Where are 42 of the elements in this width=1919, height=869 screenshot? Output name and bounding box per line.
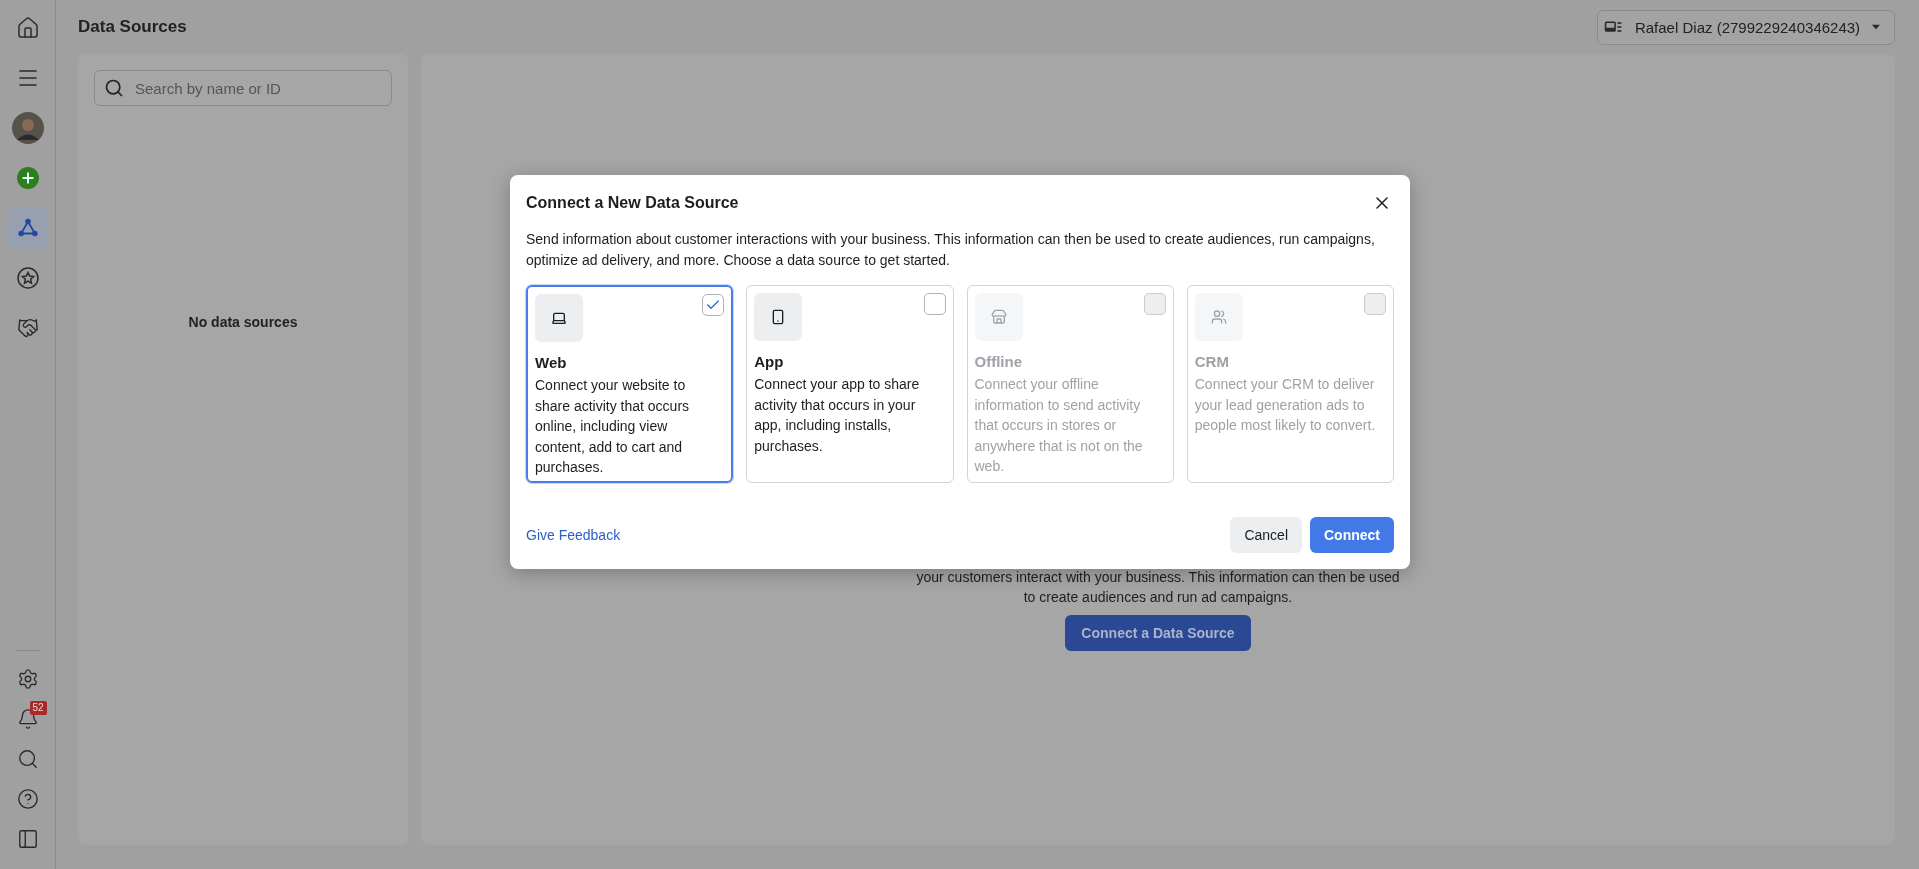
cancel-button[interactable]: Cancel <box>1230 517 1302 553</box>
laptop-icon <box>535 294 583 342</box>
option-description: Connect your website to share activity that occurs online, including view content, add to cart and purchases. <box>535 376 691 477</box>
intro-text: to create audiences and run ad campaigns. <box>1023 588 1293 607</box>
source-option-card[interactable]: Web Connect your website to share activity that occurs online, including view content, add to cart and purchases. <box>526 285 734 483</box>
option-description: Connect your CRM to deliver your lead generation ads to people most likely to convert. <box>1194 375 1377 435</box>
checkbox[interactable] <box>923 293 946 315</box>
dialog-title: Connect a New Data Source <box>526 194 739 212</box>
checkbox[interactable] <box>702 294 725 316</box>
option-title: App <box>754 353 785 370</box>
sidebar-item[interactable] <box>7 208 48 248</box>
caret-icon <box>1872 24 1880 30</box>
phone-icon <box>754 293 803 341</box>
option-title: CRM <box>1194 353 1230 370</box>
users-icon <box>1194 293 1243 341</box>
settings-icon <box>16 668 39 690</box>
avatar-icon <box>11 112 44 144</box>
search-field[interactable]: Search by name or ID <box>94 70 392 106</box>
help-icon <box>16 788 39 810</box>
network-icon <box>16 217 39 239</box>
connect-data-source-button[interactable]: Connect a Data Source <box>1065 615 1251 651</box>
option-description: Connect your app to share activity that occurs in your app, including installs, purchases. <box>754 375 921 456</box>
panel-icon <box>16 828 39 850</box>
store-icon <box>974 293 1023 341</box>
source-option-card[interactable]: App Connect your app to share activity that occurs in your app, including installs, purchases. <box>746 285 954 483</box>
option-title: Web <box>535 354 568 371</box>
account-selector[interactable]: Rafael Diaz (2799229240346243) <box>1597 9 1895 45</box>
search-icon <box>104 78 124 98</box>
home-icon <box>15 16 40 40</box>
option-description: Connect your offline information to send activity that occurs in stores or anywhere that is not on the web. <box>974 375 1144 476</box>
option-title: Offline <box>974 353 1023 370</box>
sidebar-item[interactable]: 52 <box>7 699 48 739</box>
connect-button[interactable]: Connect <box>1310 517 1394 553</box>
notification-badge: 52 <box>29 701 47 715</box>
search-icon <box>16 748 39 770</box>
page-title: Data Sources <box>78 17 187 37</box>
handshake-icon <box>16 317 39 339</box>
intro-text: your customers interact with your business. This information can then be used <box>916 568 1400 587</box>
empty-state-text: No data sources <box>187 314 299 330</box>
dialog-description: Send information about customer interactions with your business. This information can then be used to create audiences, run campaigns, optimize ad delivery, and more. Choose a data source to get started. <box>526 230 1376 270</box>
plus-icon <box>16 167 39 189</box>
feedback-link[interactable]: Give Feedback <box>526 527 621 543</box>
